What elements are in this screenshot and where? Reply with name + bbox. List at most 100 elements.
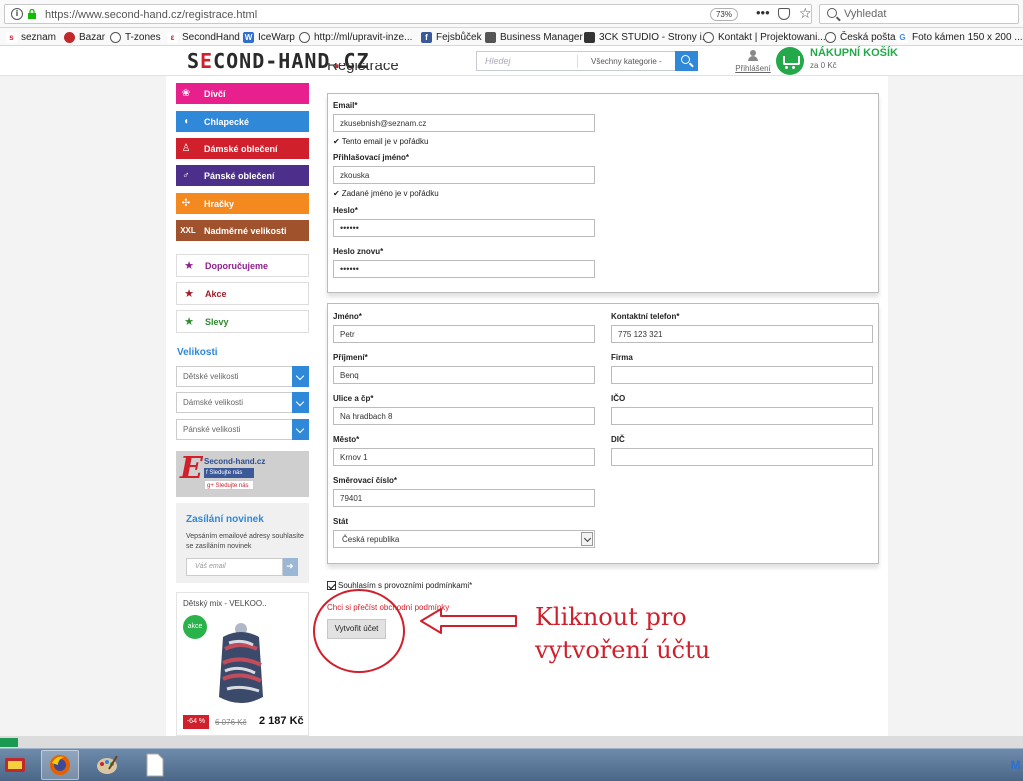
tag-label: Doporučujeme: [205, 260, 269, 271]
company-field[interactable]: [611, 366, 873, 384]
gplus-follow-label: Sledujte nás: [215, 483, 249, 489]
size-select-women[interactable]: Dámské velikosti: [176, 392, 309, 413]
secondhand-icon: ε: [167, 31, 178, 43]
taskbar-paint[interactable]: [88, 750, 126, 780]
xxl-icon: XXL: [180, 226, 196, 235]
bookmark-star-icon[interactable]: ☆: [799, 5, 812, 22]
email-field[interactable]: zkusebnish@seznam.cz: [333, 114, 595, 132]
size-select-value: Pánské velikosti: [183, 425, 241, 434]
pocket-icon[interactable]: [778, 8, 790, 20]
password-field[interactable]: ••••••: [333, 219, 595, 237]
bookmark-seznam[interactable]: s seznam: [6, 30, 56, 44]
taskbar-document[interactable]: [136, 750, 174, 780]
bookmark-label: 3CK STUDIO - Strony i...: [599, 31, 711, 43]
document-icon: [146, 753, 164, 777]
facebook-follow-button[interactable]: f Sledujte nás: [204, 468, 254, 478]
password-confirm-label: Heslo znovu*: [333, 247, 384, 256]
tag-akce[interactable]: ★ Akce: [176, 282, 309, 305]
taskbar-tray-app[interactable]: M: [1008, 750, 1023, 780]
bookmark-ceska-posta[interactable]: Česká pošta: [825, 30, 896, 44]
city-field[interactable]: Krnov 1: [333, 448, 595, 466]
cart-icon[interactable]: [776, 47, 804, 75]
bookmark-bazar[interactable]: Bazar: [64, 30, 105, 44]
ico-field[interactable]: [611, 407, 873, 425]
email-label: Email*: [333, 101, 358, 110]
terms-checkbox[interactable]: Souhlasím s provozními podmínkami*: [327, 581, 472, 590]
annotation-line: vytvoření účtu: [535, 636, 711, 664]
size-select-men[interactable]: Pánské velikosti: [176, 419, 309, 440]
bookmark-3ck[interactable]: 3CK STUDIO - Strony i...: [584, 30, 710, 44]
newsletter-box: Zasílání novinek Vepsáním emailové adres…: [176, 503, 309, 583]
discount-badge: -64 %: [183, 715, 209, 729]
annotation-text: Kliknout pro vytvoření účtu: [535, 601, 765, 667]
bookmark-facebook[interactable]: f Fejsbůček: [421, 30, 482, 44]
phone-field[interactable]: 775 123 321: [611, 325, 873, 343]
tag-doporucujeme[interactable]: ★ Doporučujeme: [176, 254, 309, 277]
page-actions-icon[interactable]: •••: [756, 5, 770, 20]
taskbar-firefox[interactable]: [41, 750, 79, 780]
bookmark-business-manager[interactable]: Business Manager: [485, 30, 583, 44]
category-divci[interactable]: ❀ Dívčí: [176, 83, 309, 104]
scrollbar[interactable]: [1013, 76, 1023, 736]
login-link[interactable]: Přihlášení: [733, 50, 773, 73]
product-image[interactable]: [215, 619, 267, 707]
newsletter-submit-button[interactable]: [283, 558, 298, 576]
page-info-icon[interactable]: i: [11, 8, 23, 20]
bookmark-foto-kamen[interactable]: G Foto kámen 150 x 200 ...: [897, 30, 1023, 44]
start-button[interactable]: [0, 750, 30, 780]
bookmark-label: SecondHand: [182, 31, 240, 43]
category-hracky[interactable]: ✣ Hračky: [176, 193, 309, 214]
bookmark-tzones[interactable]: T-zones: [110, 30, 161, 44]
dic-field[interactable]: [611, 448, 873, 466]
browser-search-input[interactable]: Vyhledat: [819, 4, 1019, 24]
logo-letter: S: [187, 49, 201, 73]
dic-label: DIČ: [611, 435, 625, 444]
street-label: Ulice a čp*: [333, 394, 374, 403]
last-name-field[interactable]: Benq: [333, 366, 595, 384]
site-search-button[interactable]: [675, 51, 698, 71]
cart-title[interactable]: NÁKUPNÍ KOŠÍK: [810, 47, 898, 59]
zip-field[interactable]: 79401: [333, 489, 595, 507]
window-bottom-edge: [0, 736, 1023, 748]
bookmark-icewarp[interactable]: W IceWarp: [243, 30, 295, 44]
browser-toolbar: i https://www.second-hand.cz/registrace.…: [0, 0, 1023, 28]
url-text[interactable]: https://www.second-hand.cz/registrace.ht…: [45, 9, 257, 21]
category-chlapecke[interactable]: ◖ Chlapecké: [176, 111, 309, 132]
tag-label: Akce: [205, 288, 227, 299]
street-field[interactable]: Na hradbach 8: [333, 407, 595, 425]
country-label: Stát: [333, 517, 349, 526]
bookmark-label: Česká pošta: [840, 31, 896, 43]
login-name-field[interactable]: zkouska: [333, 166, 595, 184]
tag-slevy[interactable]: ★ Slevy: [176, 310, 309, 333]
password-confirm-field[interactable]: ••••••: [333, 260, 595, 278]
category-label: Dívčí: [204, 88, 226, 99]
category-select[interactable]: Všechny kategorie -: [591, 57, 662, 66]
toy-icon: ✣: [181, 198, 191, 209]
first-name-field[interactable]: Petr: [333, 325, 595, 343]
last-name-label: Příjmení*: [333, 353, 368, 362]
product-name[interactable]: Dětský mix - VELKOO..: [183, 599, 267, 608]
bookmark-secondhand[interactable]: ε SecondHand: [167, 30, 240, 44]
sale-badge: akce: [183, 615, 207, 639]
category-damske[interactable]: ♙ Dámské oblečení: [176, 138, 309, 159]
product-price: 2 187 Kč: [259, 715, 304, 727]
newsletter-email-input[interactable]: Váš email: [186, 558, 283, 576]
phone-label: Kontaktní telefon*: [611, 312, 680, 321]
checkbox-checked[interactable]: [327, 581, 336, 590]
zoom-indicator[interactable]: 73%: [710, 8, 738, 21]
gplus-icon: g+: [207, 483, 216, 489]
bookmark-ml[interactable]: http://ml/upravit-inze...: [299, 30, 412, 44]
product-card[interactable]: Dětský mix - VELKOO.. akce -64 % 6 076 K…: [176, 592, 309, 736]
category-nadmerne[interactable]: XXL Nadměrné velikosti: [176, 220, 309, 241]
email-valid-text: Tento email je v pořádku: [341, 137, 429, 146]
gplus-follow-button[interactable]: g+ Sledujte nás: [204, 480, 254, 490]
dress-icon: ❀: [181, 88, 191, 99]
country-select[interactable]: Česká republika: [333, 530, 595, 548]
bookmark-kontakt[interactable]: Kontakt | Projektowani...: [703, 30, 826, 44]
site-search: Hledej Všechny kategorie -: [476, 51, 698, 71]
zip-label: Směrovací číslo*: [333, 476, 398, 485]
size-select-kids[interactable]: Dětské velikosti: [176, 366, 309, 387]
category-panske[interactable]: ♂ Pánské oblečení: [176, 165, 309, 186]
address-bar[interactable]: i https://www.second-hand.cz/registrace.…: [4, 4, 812, 24]
site-search-input[interactable]: Hledej: [485, 56, 511, 66]
